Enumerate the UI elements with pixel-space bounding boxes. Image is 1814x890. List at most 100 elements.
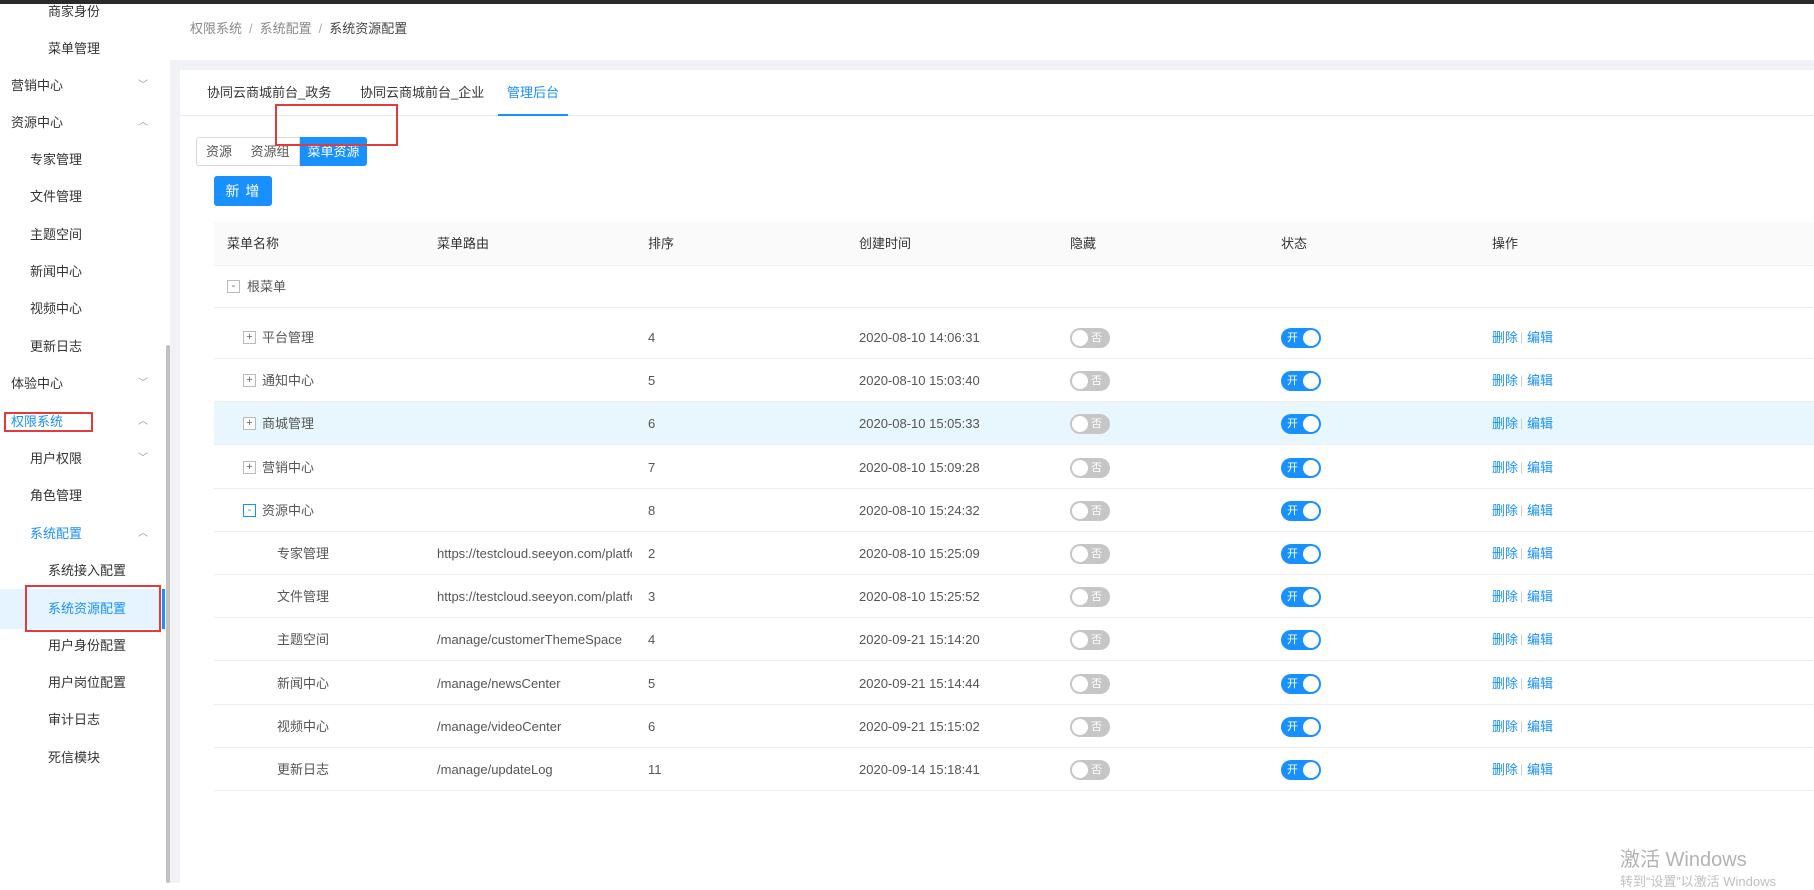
sidebar-item[interactable]: 营销中心 ﹀ [0,66,165,106]
sidebar-item[interactable]: 新闻中心 [0,252,165,292]
edit-link[interactable]: 编辑 [1527,748,1553,791]
sidebar-item[interactable]: 权限系统 ︿ [0,402,165,442]
sidebar-item[interactable]: 系统接入配置 [0,551,165,591]
chevron-up-icon[interactable]: ︿ [138,402,148,442]
hidden-toggle[interactable]: 否 [1070,544,1110,564]
edit-link[interactable]: 编辑 [1527,618,1553,661]
chevron-down-icon[interactable]: ﹀ [138,66,148,106]
action-separator: | [1520,589,1524,604]
edit-link[interactable]: 编辑 [1527,575,1553,618]
collapse-icon[interactable]: - [243,503,256,517]
sidebar-item[interactable]: 资源中心 ︿ [0,103,165,143]
breadcrumb-item[interactable]: 权限系统 [190,21,242,36]
sidebar-item[interactable]: 专家管理 [0,140,165,180]
column-header-actions: 操作 [1492,236,1519,251]
sidebar-item[interactable]: 审计日志 [0,700,165,740]
hidden-toggle[interactable]: 否 [1070,716,1110,737]
table-row[interactable]: + 平台管理 4 2020-08-10 14:06:31 否 开 删除 | 编辑 [214,316,1814,359]
segment-resource-group[interactable]: 资源组 [241,137,300,166]
hidden-toggle[interactable]: 否 [1070,457,1110,478]
hidden-toggle[interactable]: 否 [1070,673,1110,694]
delete-link[interactable]: 删除 [1492,446,1518,489]
status-toggle[interactable]: 开 [1281,587,1321,608]
table-row[interactable]: 文件管理 https://testcloud.seeyon.com/platfor… [214,575,1814,619]
hidden-toggle[interactable]: 否 [1070,500,1110,521]
delete-link[interactable]: 删除 [1492,316,1518,359]
edit-link[interactable]: 编辑 [1527,402,1553,445]
sidebar-item[interactable]: 文件管理 [0,177,165,217]
sidebar-item[interactable]: 主题空间 [0,215,165,255]
edit-link[interactable]: 编辑 [1527,446,1553,489]
tab-gov-frontend[interactable]: 协同云商城前台_政务 [207,70,331,116]
status-toggle[interactable]: 开 [1281,371,1321,392]
edit-link[interactable]: 编辑 [1527,705,1553,748]
table-row[interactable]: 新闻中心/manage/newsCenter 5 2020-09-21 15:14:… [214,662,1814,705]
delete-link[interactable]: 删除 [1492,748,1518,791]
expand-icon[interactable]: + [243,374,256,388]
hidden-toggle[interactable]: 否 [1070,371,1110,392]
hidden-toggle[interactable]: 否 [1070,760,1110,780]
sidebar-item[interactable]: 体验中心 ﹀ [0,364,165,404]
status-toggle[interactable]: 开 [1281,630,1321,651]
table-row[interactable]: 更新日志/manage/updateLog 11 2020-09-14 15:18:… [214,748,1814,791]
segment-menu-resource[interactable]: 菜单资源 [300,137,367,166]
hidden-toggle[interactable]: 否 [1070,328,1110,348]
tab-admin-backend[interactable]: 管理后台 [498,70,568,116]
add-button[interactable]: 新 增 [214,176,272,206]
chevron-down-icon[interactable]: ﹀ [138,364,148,404]
status-toggle[interactable]: 开 [1281,760,1321,780]
edit-link[interactable]: 编辑 [1527,316,1553,359]
table-row[interactable]: 专家管理 https://testcloud.seeyon.com/platfor… [214,532,1814,575]
table-row[interactable]: - 资源中心 8 2020-08-10 15:24:32 否 开 删除 | 编辑 [214,489,1814,532]
delete-link[interactable]: 删除 [1492,575,1518,618]
sidebar-item[interactable]: 用户身份配置 [0,626,165,666]
expand-icon[interactable]: + [243,460,256,474]
status-toggle[interactable]: 开 [1281,500,1321,521]
sidebar-item[interactable]: 死信模块 [0,738,165,778]
sidebar-item[interactable]: 角色管理 [0,476,165,516]
delete-link[interactable]: 删除 [1492,618,1518,661]
sidebar-item[interactable]: 商家身份 [0,4,165,32]
status-toggle[interactable]: 开 [1281,414,1321,435]
breadcrumb-item[interactable]: 系统配置 [260,21,312,36]
sidebar-item[interactable]: 系统资源配置 [0,589,165,629]
collapse-icon[interactable]: - [227,280,240,293]
toggle-text: 否 [1091,375,1102,388]
delete-link[interactable]: 删除 [1492,402,1518,445]
sidebar-item[interactable]: 系统配置 ︿ [0,514,165,554]
chevron-up-icon[interactable]: ︿ [138,103,148,143]
table-row[interactable]: 视频中心/manage/videoCenter 6 2020-09-21 15:15… [214,705,1814,748]
delete-link[interactable]: 删除 [1492,705,1518,748]
sidebar-item[interactable]: 视频中心 [0,289,165,329]
delete-link[interactable]: 删除 [1492,489,1518,532]
hidden-toggle[interactable]: 否 [1070,630,1110,651]
delete-link[interactable]: 删除 [1492,662,1518,705]
status-toggle[interactable]: 开 [1281,544,1321,564]
sidebar-item[interactable]: 用户岗位配置 [0,663,165,703]
sidebar-item[interactable]: 更新日志 [0,327,165,367]
status-toggle[interactable]: 开 [1281,328,1321,348]
chevron-down-icon[interactable]: ﹀ [138,439,148,479]
expand-icon[interactable]: + [243,331,256,344]
sidebar-item[interactable]: 用户权限 ﹀ [0,439,165,479]
hidden-toggle[interactable]: 否 [1070,587,1110,608]
status-toggle[interactable]: 开 [1281,716,1321,737]
segment-resource[interactable]: 资源 [196,137,242,166]
delete-link[interactable]: 删除 [1492,532,1518,575]
table-row[interactable]: + 商城管理 6 2020-08-10 15:05:33 否 开 删除 | 编辑 [214,402,1814,446]
sidebar-item[interactable]: 菜单管理 [0,29,165,69]
edit-link[interactable]: 编辑 [1527,359,1553,402]
edit-link[interactable]: 编辑 [1527,489,1553,532]
expand-icon[interactable]: + [243,417,256,431]
edit-link[interactable]: 编辑 [1527,532,1553,575]
tab-enterprise-frontend[interactable]: 协同云商城前台_企业 [360,70,484,116]
table-row[interactable]: + 通知中心 5 2020-08-10 15:03:40 否 开 删除 | 编辑 [214,359,1814,403]
chevron-up-icon[interactable]: ︿ [138,514,148,554]
table-row[interactable]: 主题空间/manage/customerThemeSpace 4 2020-09-2… [214,618,1814,662]
table-row[interactable]: + 营销中心 7 2020-08-10 15:09:28 否 开 删除 | 编辑 [214,446,1814,489]
delete-link[interactable]: 删除 [1492,359,1518,402]
edit-link[interactable]: 编辑 [1527,662,1553,705]
hidden-toggle[interactable]: 否 [1070,414,1110,435]
status-toggle[interactable]: 开 [1281,673,1321,694]
status-toggle[interactable]: 开 [1281,457,1321,478]
